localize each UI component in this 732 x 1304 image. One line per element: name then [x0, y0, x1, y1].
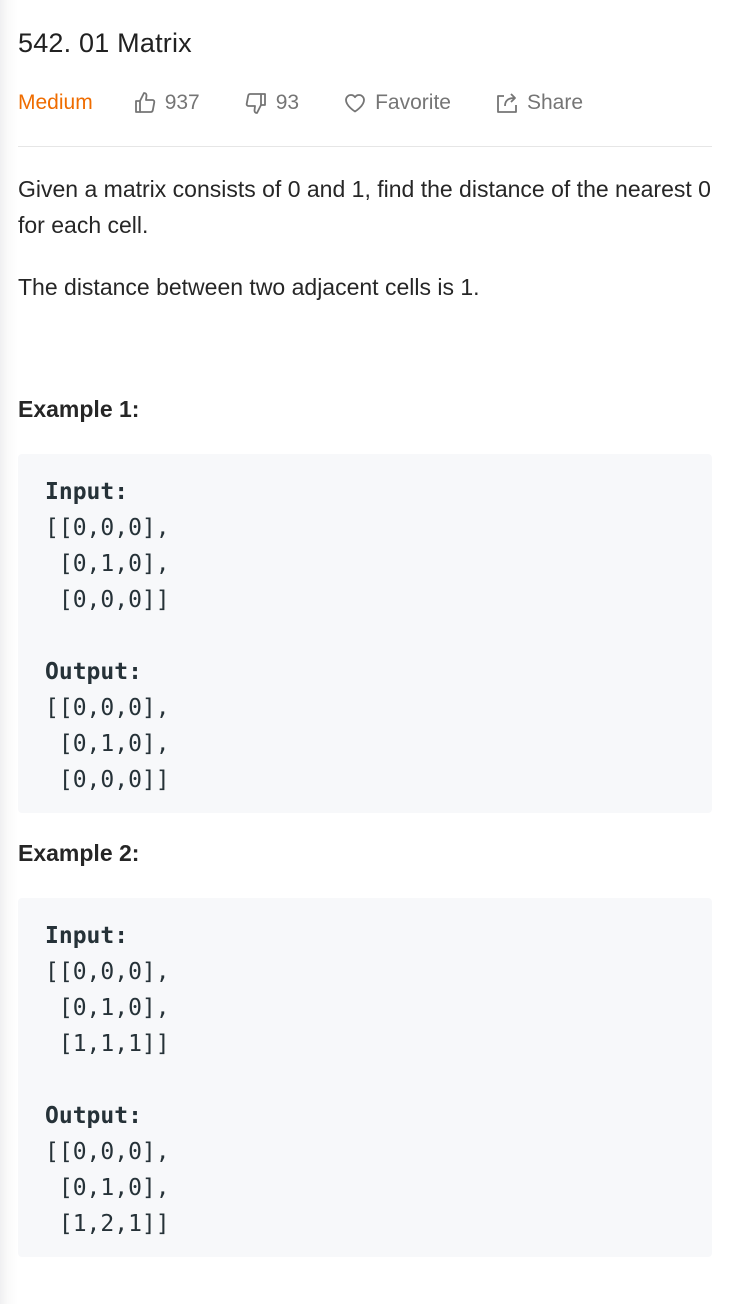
example-1-input-line: [[0,0,0],	[45, 515, 170, 541]
example-1-output-label: Output:	[45, 659, 142, 685]
thumbs-down-icon	[245, 93, 266, 114]
problem-page: 542. 01 Matrix Medium 937 93 Favorite Sh…	[0, 0, 732, 1304]
dislike-button[interactable]: 93	[244, 91, 299, 115]
example-1-input-label: Input:	[45, 479, 129, 505]
example-2-input-line: [1,1,1]]	[45, 1031, 170, 1057]
example-2-output-label: Output:	[45, 1103, 142, 1129]
example-2-input-line: [[0,0,0],	[45, 959, 170, 985]
example-1-output-line: [0,0,0]]	[45, 767, 170, 793]
example-2-output-line: [[0,0,0],	[45, 1139, 170, 1165]
share-icon	[497, 93, 517, 113]
share-button[interactable]: Share	[495, 91, 583, 115]
example-1-input-line: [0,1,0],	[45, 551, 170, 577]
favorite-button[interactable]: Favorite	[343, 91, 451, 115]
example-1-code-block: Input: [[0,0,0], [0,1,0], [0,0,0]] Output:…	[18, 454, 712, 813]
example-2-output-line: [1,2,1]]	[45, 1211, 170, 1237]
example-2-input-label: Input:	[45, 923, 129, 949]
problem-title: 542. 01 Matrix	[18, 28, 192, 58]
example-1-input-line: [0,0,0]]	[45, 587, 170, 613]
example-1-output-line: [0,1,0],	[45, 731, 170, 757]
share-label: Share	[526, 91, 584, 114]
favorite-label: Favorite	[375, 91, 451, 114]
problem-meta-bar: Medium 937 93 Favorite Share	[18, 86, 627, 120]
example-1-title: Example 1:	[18, 396, 140, 422]
example-2-output-line: [0,1,0],	[45, 1175, 170, 1201]
example-2-code-block: Input: [[0,0,0], [0,1,0], [1,1,1]] Output:…	[18, 898, 712, 1257]
example-2-title: Example 2:	[18, 840, 140, 866]
header-divider	[18, 146, 712, 147]
example-1-output-line: [[0,0,0],	[45, 695, 170, 721]
dislike-count: 93	[275, 91, 300, 114]
like-count: 937	[164, 91, 200, 114]
description-paragraph-1: Given a matrix consists of 0 and 1, find…	[18, 176, 711, 238]
heart-icon	[345, 94, 366, 113]
difficulty-badge: Medium	[18, 91, 93, 114]
description-paragraph-2: The distance between two adjacent cells …	[18, 274, 480, 300]
example-2-input-line: [0,1,0],	[45, 995, 170, 1021]
thumbs-up-icon	[134, 92, 155, 113]
like-button[interactable]: 937	[133, 91, 200, 115]
